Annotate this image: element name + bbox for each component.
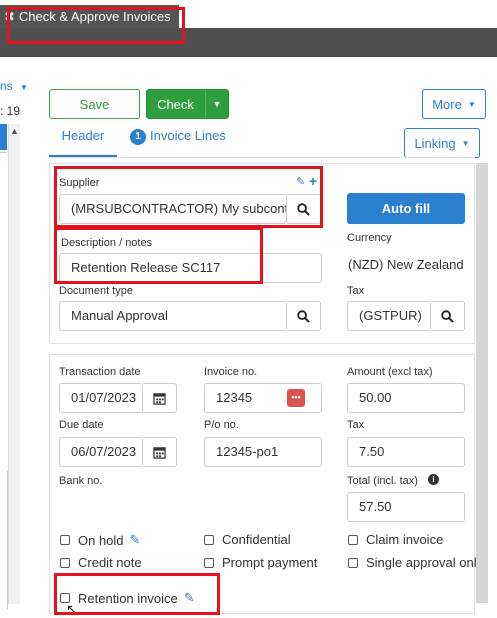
- scroll-up-icon[interactable]: ▲: [10, 126, 19, 136]
- more-options-icon[interactable]: •••: [287, 389, 305, 407]
- credit-note-checkbox[interactable]: Credit note: [60, 555, 142, 570]
- left-scrollbar[interactable]: [8, 124, 20, 604]
- amount-excl-input[interactable]: 50.00: [347, 383, 465, 413]
- check-button[interactable]: Check: [146, 89, 205, 119]
- left-panel-menu-label: ns: [0, 79, 13, 93]
- currency-label: Currency: [347, 232, 392, 244]
- prompt-payment-label: Prompt payment: [222, 555, 318, 570]
- invoice-no-label: Invoice no.: [204, 366, 258, 378]
- document-type-label: Document type: [59, 285, 133, 297]
- left-panel-count: : 19: [0, 104, 21, 118]
- due-date-input[interactable]: 06/07/2023: [59, 437, 143, 467]
- checkbox-box[interactable]: [204, 534, 214, 545]
- mouse-cursor-icon: ↖: [66, 601, 78, 617]
- check-dropdown-button[interactable]: ▼: [205, 89, 229, 119]
- left-divider-lower: [0, 470, 8, 610]
- currency-value: (NZD) New Zealand Dollar: [348, 257, 466, 272]
- pencil-icon[interactable]: ✎: [184, 590, 195, 606]
- tax-code-search-button[interactable]: [431, 301, 465, 331]
- search-icon: [297, 202, 310, 216]
- retention-invoice-label: Retention invoice: [78, 590, 178, 606]
- tab-invoice-lines-label: Invoice Lines: [150, 128, 226, 143]
- checkbox-box[interactable]: [60, 535, 70, 545]
- bank-no-label: Bank no.: [59, 475, 103, 487]
- linking-label: Linking: [414, 135, 456, 151]
- po-no-input[interactable]: 12345-po1: [204, 437, 322, 467]
- auto-fill-button[interactable]: Auto fill: [347, 193, 465, 224]
- prompt-payment-checkbox[interactable]: Prompt payment: [204, 555, 317, 570]
- confidential-label: Confidential: [222, 532, 291, 547]
- invoice-lines-count-badge: 1: [130, 129, 146, 145]
- due-date-label: Due date: [59, 419, 104, 431]
- dark-toolbar: [0, 28, 497, 57]
- document-type-search-button[interactable]: [287, 301, 321, 331]
- claim-invoice-checkbox[interactable]: Claim invoice: [348, 532, 443, 547]
- po-no-label: P/o no.: [204, 419, 239, 431]
- checkbox-box[interactable]: [60, 557, 70, 568]
- transaction-date-picker-button[interactable]: [143, 383, 177, 413]
- supplier-input[interactable]: (MRSUBCONTRACTOR) My subcontractor: [59, 194, 287, 224]
- tab-invoice-lines[interactable]: 1 Invoice Lines: [130, 126, 226, 157]
- tax-code-label: Tax: [347, 285, 365, 297]
- tax-amount-label: Tax: [347, 419, 365, 431]
- confidential-checkbox[interactable]: Confidential: [204, 532, 291, 547]
- tax-amount-input[interactable]: 7.50: [347, 437, 465, 467]
- chevron-down-icon: ▼: [467, 99, 476, 109]
- description-input[interactable]: Retention Release SC117: [59, 253, 322, 283]
- form-scrollbar[interactable]: [476, 163, 488, 603]
- supplier-label: Supplier: [59, 177, 100, 189]
- info-icon[interactable]: i: [428, 474, 439, 485]
- more-button[interactable]: More ▼: [422, 89, 486, 119]
- more-label: More: [432, 96, 462, 112]
- left-divider: [0, 152, 7, 153]
- left-panel-menu[interactable]: ns ▼: [0, 79, 28, 93]
- search-icon: [297, 309, 310, 323]
- claim-invoice-label: Claim invoice: [366, 532, 444, 547]
- checkbox-box[interactable]: [204, 557, 214, 568]
- total-incl-label: Total (incl. tax): [347, 475, 418, 487]
- on-hold-label: On hold: [78, 532, 124, 548]
- single-approval-label: Single approval only: [366, 555, 476, 570]
- on-hold-checkbox[interactable]: On hold ✎: [60, 532, 140, 548]
- tabs-divider: [49, 157, 475, 158]
- edit-icon[interactable]: ✎: [296, 175, 305, 188]
- total-incl-input[interactable]: 57.50: [347, 492, 465, 522]
- supplier-search-button[interactable]: [287, 194, 321, 224]
- left-selected-indicator: [0, 124, 7, 150]
- document-type-input[interactable]: Manual Approval: [59, 301, 287, 331]
- pencil-icon[interactable]: ✎: [130, 532, 141, 548]
- window-tab[interactable]: ✖ Check & Approve Invoices: [0, 5, 179, 29]
- checkbox-box[interactable]: [348, 557, 358, 568]
- search-icon: [441, 309, 454, 323]
- tab-header[interactable]: Header: [49, 126, 117, 157]
- close-icon[interactable]: ✖: [4, 9, 15, 24]
- amount-excl-label: Amount (excl tax): [347, 366, 433, 378]
- chevron-down-icon: ▼: [20, 83, 28, 92]
- calendar-icon: [153, 446, 166, 459]
- transaction-date-input[interactable]: 01/07/2023: [59, 383, 143, 413]
- window-tab-title: Check & Approve Invoices: [18, 9, 171, 24]
- checkbox-box[interactable]: [348, 534, 358, 545]
- description-label: Description / notes: [61, 237, 153, 249]
- save-button[interactable]: Save: [49, 89, 140, 119]
- linking-button[interactable]: Linking ▼: [404, 128, 480, 158]
- due-date-picker-button[interactable]: [143, 437, 177, 467]
- transaction-date-label: Transaction date: [59, 366, 141, 378]
- add-icon[interactable]: +: [309, 173, 317, 189]
- retention-invoice-checkbox[interactable]: Retention invoice ✎: [60, 590, 195, 606]
- single-approval-checkbox[interactable]: Single approval only: [348, 555, 476, 570]
- calendar-icon: [153, 392, 166, 405]
- chevron-down-icon: ▼: [461, 138, 470, 148]
- chevron-down-icon: ▼: [212, 99, 222, 109]
- credit-note-label: Credit note: [78, 555, 142, 570]
- tax-code-input[interactable]: (GSTPUR): [347, 301, 431, 331]
